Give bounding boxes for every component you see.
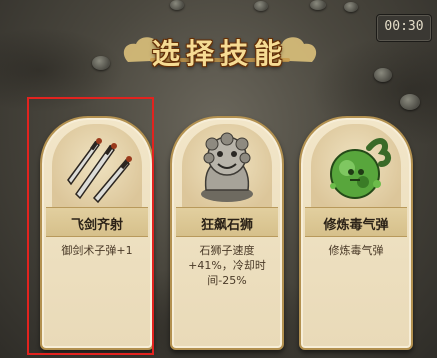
skill-description: 修炼毒气弹	[328, 244, 384, 257]
decorative-stone	[374, 68, 392, 82]
decorative-stone	[92, 56, 110, 70]
skill-card-poison-gas-bomb[interactable]: 修炼毒气弹 修炼毒气弹	[299, 116, 413, 350]
page-title: 选择技能	[151, 37, 288, 70]
poison-gas-bomb-icon	[330, 138, 391, 199]
skill-name: 狂飙石狮	[200, 218, 253, 233]
skill-card-stone-lion[interactable]: 狂飙石狮 石狮子速度+41%，冷却时间-25%	[170, 116, 284, 350]
skill-description: 石狮子速度+41%，冷却时间-25%	[188, 244, 266, 287]
countdown-timer: 00:30	[376, 14, 432, 42]
card-icon-plate	[311, 124, 401, 210]
decorative-stone	[254, 1, 268, 11]
decorative-stone	[344, 2, 358, 12]
timer-text: 00:30	[384, 19, 424, 34]
decorative-stone	[170, 0, 184, 10]
skill-name-bar: 修炼毒气弹	[305, 207, 407, 237]
decorative-stone	[310, 0, 326, 10]
selection-highlight	[27, 97, 154, 355]
skill-name-bar: 狂飙石狮	[176, 207, 278, 237]
stone-lion-icon	[201, 132, 253, 202]
skill-name: 修炼毒气弹	[323, 218, 389, 233]
title-banner: 选择技能	[110, 20, 330, 72]
card-icon-plate	[182, 124, 272, 210]
decorative-stone	[400, 94, 420, 110]
